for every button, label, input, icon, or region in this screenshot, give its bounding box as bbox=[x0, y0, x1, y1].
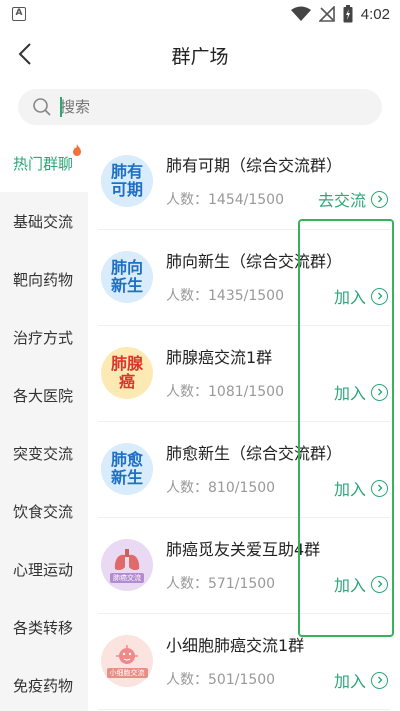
chevron-right-icon bbox=[371, 383, 388, 401]
group-name: 小细胞肺癌交流1群 bbox=[166, 636, 305, 655]
group-avatar: 肺有 可期 bbox=[101, 155, 153, 207]
sidebar-item-hot-groups[interactable]: 热门群聊 bbox=[0, 134, 88, 192]
avatar-caption: 小细胞交流 bbox=[106, 668, 148, 678]
sidebar-item-immunotherapy[interactable]: 免疫药物 bbox=[0, 656, 88, 711]
group-name: 肺癌觅友关爱互助4群 bbox=[166, 540, 321, 559]
group-avatar: 肺腺 癌 bbox=[101, 347, 153, 399]
avatar-text: 肺腺 癌 bbox=[110, 354, 143, 391]
text-cursor bbox=[60, 97, 62, 117]
group-avatar: 肺癌交流 bbox=[101, 539, 153, 591]
join-button[interactable]: 加入 bbox=[334, 572, 388, 596]
fire-icon bbox=[73, 144, 81, 156]
group-name: 肺腺癌交流1群 bbox=[166, 348, 273, 367]
sidebar-item-metastasis[interactable]: 各类转移 bbox=[0, 598, 88, 656]
chevron-right-icon bbox=[371, 671, 388, 689]
list-item[interactable]: 肺腺 癌 肺腺癌交流1群 人数：1081/1500 加入 bbox=[98, 326, 390, 422]
sidebar-item-label: 各大医院 bbox=[13, 386, 74, 405]
sidebar-item-label: 靶向药物 bbox=[13, 270, 74, 289]
sidebar-item-label: 饮食交流 bbox=[13, 502, 74, 521]
sidebar-item-label: 治疗方式 bbox=[13, 328, 74, 347]
sidebar-item-label: 免疫药物 bbox=[13, 676, 74, 695]
group-list: 肺有 可期 肺有可期（综合交流群） 人数：1454/1500 去交流 肺向 新生… bbox=[88, 134, 400, 711]
lungs-icon bbox=[114, 549, 140, 571]
header: 群广场 bbox=[0, 30, 400, 78]
list-item[interactable]: 肺愈 新生 肺愈新生（综合交流群） 人数：810/1500 加入 bbox=[98, 422, 390, 518]
group-avatar: 小细胞交流 bbox=[101, 635, 153, 687]
search-icon bbox=[33, 98, 51, 116]
list-item[interactable]: 肺向 新生 肺向新生（综合交流群） 人数：1435/1500 加入 bbox=[98, 230, 390, 326]
member-count: 人数：1081/1500 bbox=[166, 384, 284, 400]
join-button[interactable]: 加入 bbox=[334, 668, 388, 692]
group-name: 肺向新生（综合交流群） bbox=[166, 252, 343, 271]
signal-off-icon bbox=[318, 6, 335, 22]
sidebar-item-label: 突变交流 bbox=[13, 444, 74, 463]
category-sidebar: 热门群聊 基础交流 靶向药物 治疗方式 各大医院 突变交流 饮食交流 心理运动 … bbox=[0, 134, 88, 711]
chevron-right-icon bbox=[371, 287, 388, 305]
search-input[interactable] bbox=[60, 98, 340, 116]
group-name: 肺愈新生（综合交流群） bbox=[166, 444, 343, 463]
join-button[interactable]: 加入 bbox=[334, 284, 388, 308]
sidebar-item-label: 基础交流 bbox=[13, 212, 74, 231]
member-count: 人数：571/1500 bbox=[166, 576, 276, 592]
chat-button[interactable]: 去交流 bbox=[318, 187, 388, 211]
chevron-right-icon bbox=[371, 575, 388, 593]
join-button[interactable]: 加入 bbox=[334, 380, 388, 404]
sidebar-item-basic[interactable]: 基础交流 bbox=[0, 192, 88, 250]
member-count: 人数：501/1500 bbox=[166, 672, 276, 688]
sidebar-item-hospitals[interactable]: 各大医院 bbox=[0, 366, 88, 424]
sidebar-item-mutations[interactable]: 突变交流 bbox=[0, 424, 88, 482]
wifi-icon bbox=[290, 6, 311, 21]
sidebar-item-label: 热门群聊 bbox=[13, 154, 74, 173]
status-bar: A 4:02 bbox=[0, 0, 400, 28]
member-count: 人数：810/1500 bbox=[166, 480, 276, 496]
chevron-right-icon bbox=[371, 190, 388, 208]
sidebar-item-treatment[interactable]: 治疗方式 bbox=[0, 308, 88, 366]
sidebar-item-mental-exercise[interactable]: 心理运动 bbox=[0, 540, 88, 598]
sidebar-item-targeted-drugs[interactable]: 靶向药物 bbox=[0, 250, 88, 308]
notification-badge: A bbox=[12, 7, 26, 21]
sidebar-item-label: 心理运动 bbox=[13, 560, 74, 579]
list-item[interactable]: 肺有 可期 肺有可期（综合交流群） 人数：1454/1500 去交流 bbox=[98, 134, 390, 230]
cell-icon bbox=[116, 645, 138, 664]
avatar-text: 肺有 可期 bbox=[110, 162, 143, 199]
list-item[interactable]: 小细胞交流 小细胞肺癌交流1群 人数：501/1500 加入 bbox=[98, 614, 390, 710]
avatar-text: 肺愈 新生 bbox=[110, 450, 143, 487]
chevron-right-icon bbox=[371, 479, 388, 497]
group-avatar: 肺愈 新生 bbox=[101, 443, 153, 495]
search-bar[interactable] bbox=[18, 89, 382, 125]
avatar-text: 肺向 新生 bbox=[110, 258, 143, 295]
avatar-caption: 肺癌交流 bbox=[110, 573, 144, 583]
sidebar-item-label: 各类转移 bbox=[13, 618, 74, 637]
sidebar-item-diet[interactable]: 饮食交流 bbox=[0, 482, 88, 540]
battery-icon bbox=[343, 5, 353, 23]
member-count: 人数：1454/1500 bbox=[166, 192, 284, 208]
list-item[interactable]: 肺癌交流 肺癌觅友关爱互助4群 人数：571/1500 加入 bbox=[98, 518, 390, 614]
member-count: 人数：1435/1500 bbox=[166, 288, 284, 304]
group-name: 肺有可期（综合交流群） bbox=[166, 156, 343, 175]
clock: 4:02 bbox=[360, 5, 390, 23]
group-avatar: 肺向 新生 bbox=[101, 251, 153, 303]
status-icons: 4:02 bbox=[290, 5, 390, 23]
page-title: 群广场 bbox=[171, 46, 229, 68]
join-button[interactable]: 加入 bbox=[334, 476, 388, 500]
